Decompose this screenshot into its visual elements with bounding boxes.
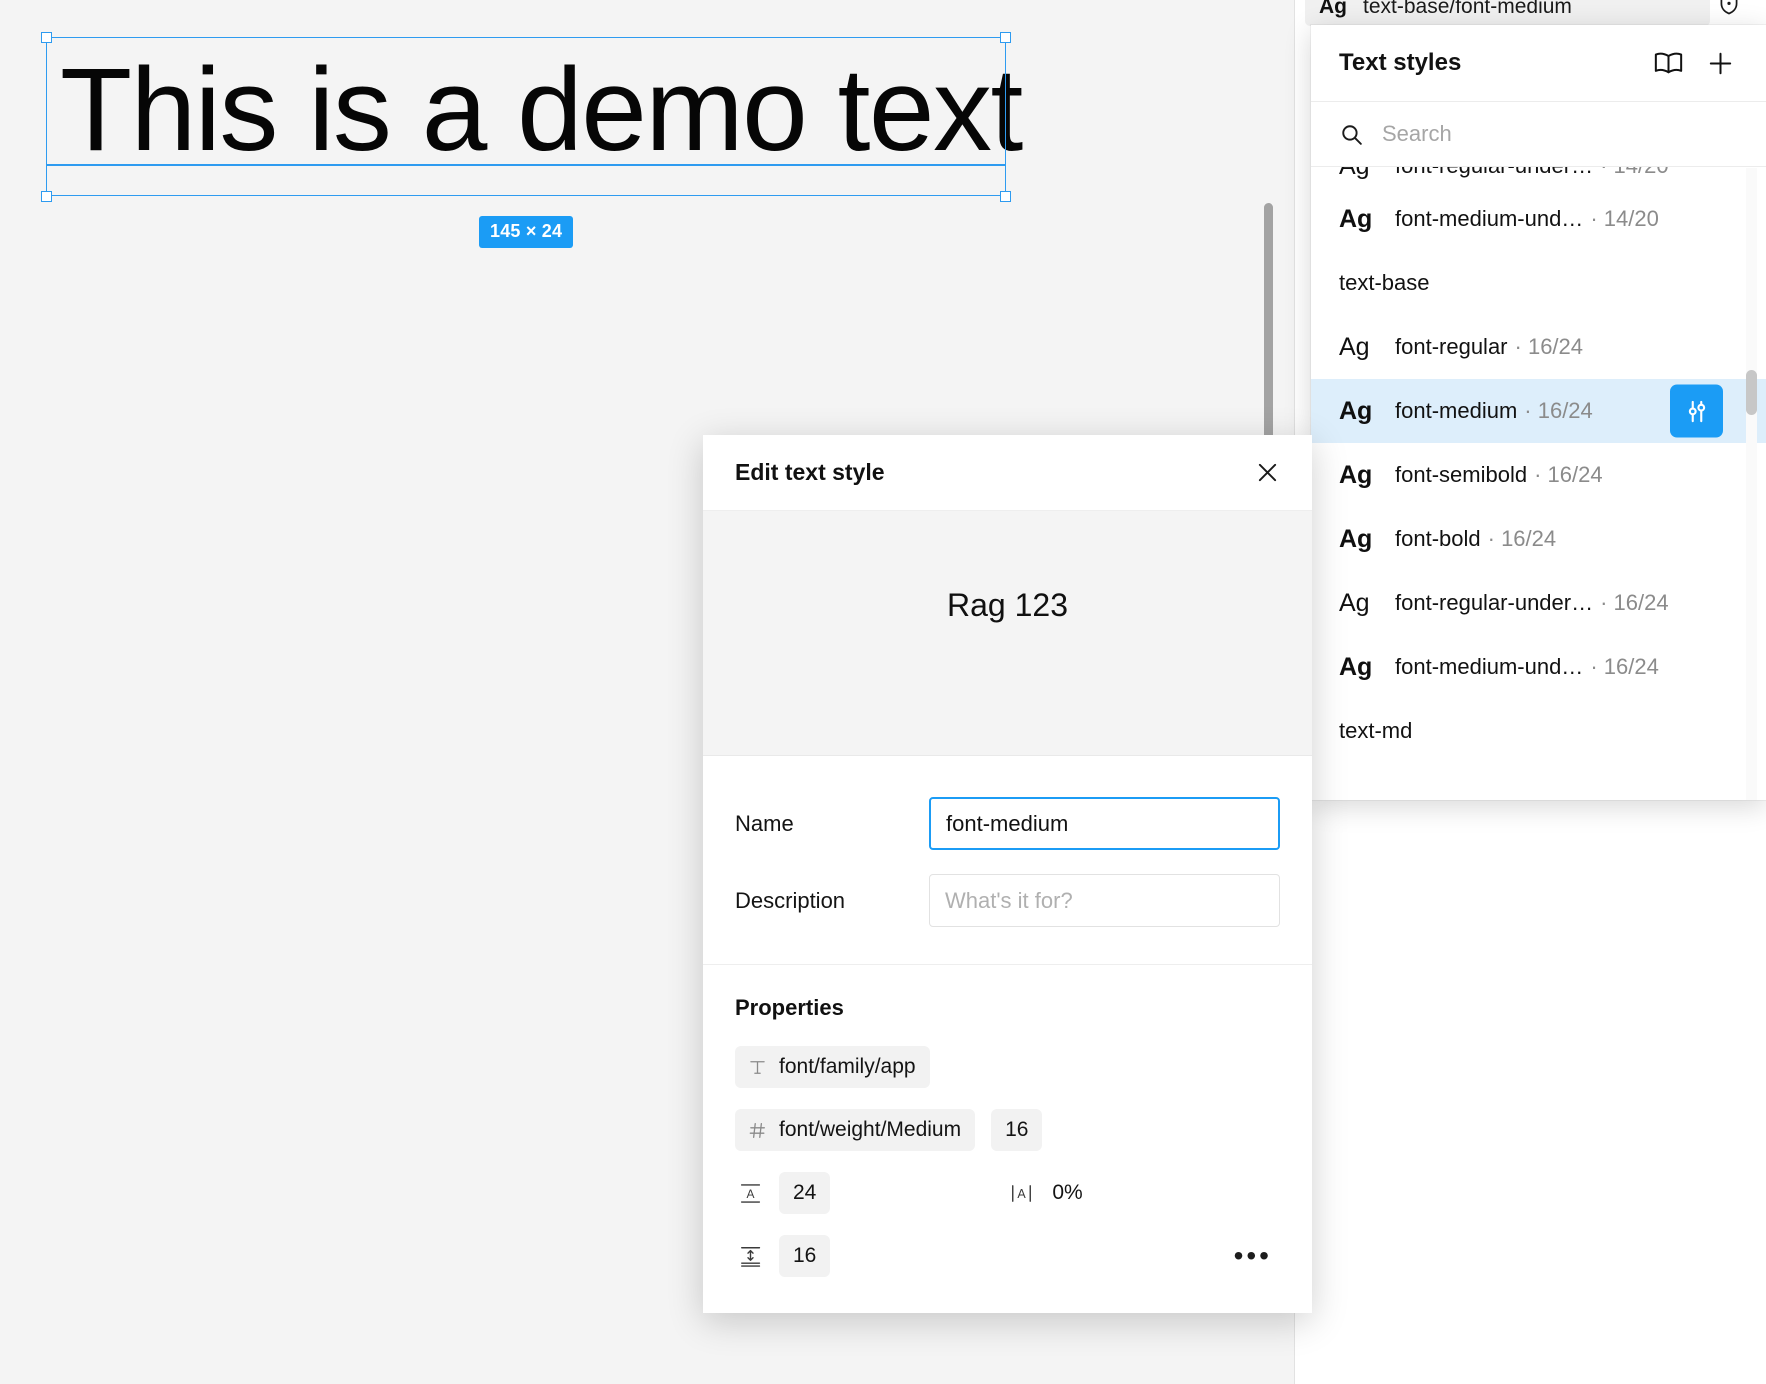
resize-handle-bottom-right[interactable] bbox=[1000, 191, 1011, 202]
font-weight-token-chip[interactable]: font/weight/Medium bbox=[735, 1109, 976, 1151]
style-name: font-regular-under… bbox=[1395, 590, 1594, 615]
paragraph-spacing-row: 16 ••• bbox=[735, 1235, 1280, 1277]
applied-style-preview-glyph: Ag bbox=[1319, 0, 1347, 18]
description-input[interactable] bbox=[929, 874, 1280, 927]
style-preview-glyph: Ag bbox=[1339, 524, 1373, 553]
style-size-meta: · 16/24 bbox=[1600, 590, 1669, 615]
style-preview-glyph: Ag bbox=[1339, 460, 1373, 489]
font-weight-token-label: font/weight/Medium bbox=[779, 1118, 962, 1141]
style-preview-glyph: Ag bbox=[1339, 652, 1373, 681]
styles-list-scrollbar-track[interactable] bbox=[1746, 168, 1757, 800]
style-preview-glyph: Ag bbox=[1339, 204, 1373, 233]
letter-spacing-icon: A bbox=[1006, 1181, 1036, 1206]
dialog-fields-section: Name Description bbox=[703, 756, 1312, 965]
svg-text:A: A bbox=[1017, 1187, 1026, 1201]
line-height-letter-spacing-row: A 24 A 0% bbox=[735, 1172, 1280, 1214]
text-type-icon bbox=[747, 1057, 768, 1078]
style-size-meta: · 16/24 bbox=[1514, 334, 1584, 359]
text-baseline-guide bbox=[46, 164, 1006, 166]
panel-title: Text styles bbox=[1339, 49, 1462, 76]
paragraph-spacing-value[interactable]: 16 bbox=[779, 1235, 831, 1277]
style-row-font-regular-16[interactable]: Ag font-regular · 16/24 bbox=[1311, 315, 1766, 379]
style-name: font-medium-und… bbox=[1395, 654, 1584, 679]
style-name: font-regular-under… bbox=[1395, 167, 1593, 179]
dialog-header: Edit text style bbox=[703, 435, 1312, 511]
style-row-font-semibold-16[interactable]: Ag font-semibold · 16/24 bbox=[1311, 443, 1766, 507]
edit-text-style-dialog[interactable]: Edit text style Rag 123 Name Description… bbox=[703, 435, 1312, 1313]
preview-sample-text: Rag 123 bbox=[947, 587, 1068, 623]
style-size-meta: · 14/20 bbox=[1590, 206, 1659, 231]
text-styles-panel[interactable]: Text styles Ag font-regular-under… · 14/ bbox=[1311, 25, 1766, 800]
text-styles-panel-header: Text styles bbox=[1311, 25, 1766, 102]
style-preview-glyph: Ag bbox=[1339, 588, 1370, 617]
letter-spacing-value[interactable]: 0% bbox=[1052, 1181, 1082, 1205]
dialog-title: Edit text style bbox=[735, 459, 885, 485]
search-icon bbox=[1339, 122, 1364, 147]
style-preview-glyph: Ag bbox=[1339, 396, 1373, 425]
book-icon[interactable] bbox=[1648, 43, 1688, 83]
more-options-button[interactable]: ••• bbox=[1226, 1242, 1280, 1270]
selection-bounding-box bbox=[46, 37, 1006, 196]
style-name: font-regular bbox=[1395, 334, 1508, 359]
name-input[interactable] bbox=[929, 797, 1280, 850]
style-group-text-base: text-base bbox=[1339, 270, 1430, 295]
style-size-meta: · 16/24 bbox=[1534, 462, 1603, 487]
style-row-font-regular-underline-16[interactable]: Ag font-regular-under… · 16/24 bbox=[1311, 571, 1766, 635]
line-height-value[interactable]: 24 bbox=[779, 1172, 831, 1214]
text-styles-list[interactable]: Ag font-regular-under… · 14/20 Ag font-m… bbox=[1311, 167, 1766, 799]
style-detach-icon[interactable] bbox=[1716, 0, 1742, 17]
properties-title: Properties bbox=[735, 995, 844, 1020]
svg-text:A: A bbox=[746, 1186, 754, 1200]
applied-text-style-row[interactable]: Ag text-base/font-medium bbox=[1305, 0, 1710, 26]
style-row-font-medium-underline-16[interactable]: Ag font-medium-und… · 16/24 bbox=[1311, 635, 1766, 699]
name-field-row: Name bbox=[735, 797, 1280, 850]
description-label: Description bbox=[735, 887, 846, 913]
close-icon[interactable] bbox=[1244, 450, 1290, 496]
style-size-meta: · 16/24 bbox=[1590, 654, 1659, 679]
styles-search-bar[interactable] bbox=[1311, 102, 1766, 167]
style-preview-area: Rag 123 bbox=[703, 511, 1312, 756]
style-size-meta: · 16/24 bbox=[1487, 526, 1557, 551]
style-size-meta: · 14/20 bbox=[1600, 167, 1669, 179]
style-name: font-medium bbox=[1395, 398, 1518, 423]
style-size-meta: · 16/24 bbox=[1524, 398, 1593, 423]
style-preview-glyph: Ag bbox=[1339, 167, 1395, 181]
font-size-value[interactable]: 16 bbox=[991, 1109, 1043, 1151]
style-row-font-medium-underline-14[interactable]: Ag font-medium-und… · 14/20 bbox=[1311, 187, 1766, 251]
name-label: Name bbox=[735, 810, 794, 836]
style-row-font-bold-16[interactable]: Ag font-bold · 16/24 bbox=[1311, 507, 1766, 571]
font-family-token-label: font/family/app bbox=[779, 1055, 916, 1078]
style-name: font-semibold bbox=[1395, 462, 1528, 487]
style-name: font-medium-und… bbox=[1395, 206, 1584, 231]
description-field-row: Description bbox=[735, 874, 1280, 927]
font-family-row: font/family/app bbox=[735, 1046, 1280, 1088]
number-hash-icon bbox=[747, 1120, 768, 1141]
search-input[interactable] bbox=[1382, 121, 1722, 147]
style-row-font-medium-16[interactable]: Ag font-medium · 16/24 bbox=[1311, 379, 1766, 443]
applied-style-name: text-base/font-medium bbox=[1363, 0, 1572, 18]
font-weight-size-row: font/weight/Medium 16 bbox=[735, 1109, 1280, 1151]
style-name: font-bold bbox=[1395, 526, 1481, 551]
paragraph-spacing-icon bbox=[735, 1244, 765, 1269]
font-family-token-chip[interactable]: font/family/app bbox=[735, 1046, 930, 1088]
plus-icon[interactable] bbox=[1700, 43, 1740, 83]
resize-handle-top-right[interactable] bbox=[1000, 32, 1011, 43]
style-preview-glyph: Ag bbox=[1339, 332, 1370, 361]
resize-handle-top-left[interactable] bbox=[41, 32, 52, 43]
style-group-text-md: text-md bbox=[1339, 718, 1413, 743]
properties-section: Properties font/family/app font/weight/M bbox=[703, 965, 1312, 1277]
resize-handle-bottom-left[interactable] bbox=[41, 191, 52, 202]
style-row-font-regular-underline-14[interactable]: Ag font-regular-under… · 14/20 bbox=[1311, 167, 1766, 187]
styles-list-scrollbar-thumb[interactable] bbox=[1746, 370, 1757, 415]
selection-size-badge: 145 × 24 bbox=[479, 216, 574, 248]
line-height-icon: A bbox=[735, 1181, 765, 1206]
sliders-adjust-icon[interactable] bbox=[1670, 384, 1723, 438]
